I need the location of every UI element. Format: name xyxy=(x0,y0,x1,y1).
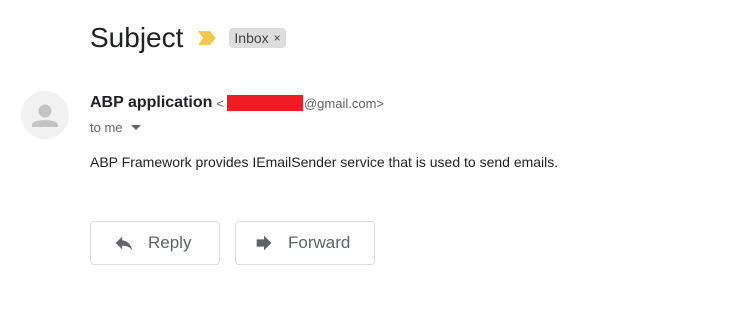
chevron-down-icon[interactable] xyxy=(130,124,141,130)
reply-label: Reply xyxy=(148,233,192,252)
reply-icon xyxy=(113,232,135,254)
sender-avatar[interactable] xyxy=(21,91,69,139)
sender-email: < @gmail.com> xyxy=(216,95,384,111)
inbox-label-text: Inbox xyxy=(234,30,269,46)
recipient-details-toggle[interactable]: to me xyxy=(90,118,141,136)
forward-button[interactable]: Forward xyxy=(235,221,375,265)
forward-icon xyxy=(253,232,275,254)
remove-label-icon[interactable]: × xyxy=(274,31,281,45)
email-open-bracket: < xyxy=(216,95,224,111)
email-body: ABP Framework provides IEmailSender serv… xyxy=(90,154,559,170)
importance-marker-icon[interactable] xyxy=(197,30,217,46)
sender-name[interactable]: ABP application xyxy=(90,94,212,112)
email-subject: Subject xyxy=(90,22,184,53)
inbox-label-chip: Inbox × xyxy=(229,28,286,48)
subject-header: Subject Inbox × xyxy=(90,20,286,56)
reply-button[interactable]: Reply xyxy=(90,221,220,265)
forward-label: Forward xyxy=(288,233,351,252)
redacted-email-box xyxy=(226,95,303,111)
email-domain: @gmail.com> xyxy=(303,95,385,111)
person-icon xyxy=(32,104,58,127)
recipient-text: to me xyxy=(90,119,123,135)
sender-info: ABP application < @gmail.com> xyxy=(90,92,384,114)
